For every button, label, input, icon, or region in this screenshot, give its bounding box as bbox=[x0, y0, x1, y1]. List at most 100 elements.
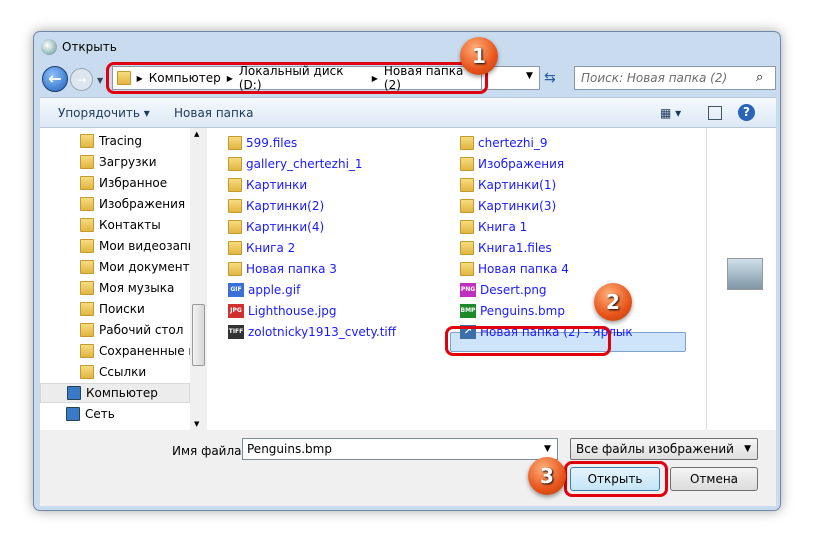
tree-item[interactable]: Сохраненные иг bbox=[80, 341, 203, 361]
tree-item-label: Изображения bbox=[99, 197, 186, 211]
folder-icon bbox=[80, 155, 94, 169]
folder-icon bbox=[228, 157, 242, 171]
tree-item-label: Сеть bbox=[85, 407, 115, 421]
file-item[interactable]: JPG Lighthouse.jpg bbox=[228, 301, 337, 321]
tree-item-label: Ссылки bbox=[99, 365, 147, 379]
file-item[interactable]: Новая папка 3 bbox=[228, 259, 337, 279]
file-item[interactable]: gallery_chertezhi_1 bbox=[228, 154, 363, 174]
file-item[interactable]: GIF apple.gif bbox=[228, 280, 300, 300]
tree-item-label: Мои документы bbox=[99, 260, 200, 274]
tree-item[interactable]: Сеть bbox=[66, 404, 115, 424]
tree-item[interactable]: Мои документы bbox=[80, 257, 199, 277]
file-name: Книга1.files bbox=[478, 241, 552, 255]
file-name: Книга 1 bbox=[478, 220, 528, 234]
navigation-pane: Tracing Загрузки Избранное Изображения Конта… bbox=[40, 128, 207, 430]
organize-button[interactable]: Упорядочить ▾ bbox=[58, 106, 150, 120]
folder-icon bbox=[228, 262, 242, 276]
tree-item[interactable]: Контакты bbox=[80, 215, 161, 235]
file-name: Новая папка 3 bbox=[246, 262, 337, 276]
tree-item-label: Сохраненные иг bbox=[99, 344, 203, 358]
filename-input[interactable]: Penguins.bmp bbox=[242, 438, 558, 460]
tree-item[interactable]: Рабочий стол bbox=[80, 320, 183, 340]
tree-item-label: Избранное bbox=[99, 176, 168, 190]
file-item[interactable]: Книга1.files bbox=[460, 238, 552, 258]
folder-icon bbox=[80, 323, 94, 337]
file-item[interactable]: TIFF zolotnicky1913_cvety.tiff bbox=[228, 322, 396, 342]
file-item[interactable]: Картинки bbox=[228, 175, 307, 195]
file-item[interactable]: Книга 2 bbox=[228, 238, 295, 258]
file-item[interactable]: Изображения bbox=[460, 154, 564, 174]
folder-icon bbox=[80, 239, 94, 253]
folder-icon bbox=[80, 344, 94, 358]
tree-item[interactable]: Мои видеозапис bbox=[80, 236, 202, 256]
tree-item-label: Мои видеозапис bbox=[99, 239, 203, 253]
file-item[interactable]: Картинки(2) bbox=[228, 196, 324, 216]
tree-item[interactable]: Загрузки bbox=[80, 152, 157, 172]
folder-icon bbox=[80, 260, 94, 274]
folder-icon bbox=[228, 136, 242, 150]
png-file-icon: PNG bbox=[460, 283, 476, 297]
filetype-select[interactable]: Все файлы изображений ▼ bbox=[570, 438, 758, 460]
tree-item[interactable]: Избранное bbox=[80, 173, 167, 193]
file-item[interactable]: Новая папка 4 bbox=[460, 259, 569, 279]
forward-button[interactable]: → bbox=[70, 68, 93, 91]
refresh-button[interactable]: ⇆ bbox=[544, 70, 556, 86]
filename-dropdown[interactable]: ▼ bbox=[544, 444, 551, 454]
file-item[interactable]: Картинки(4) bbox=[228, 217, 324, 237]
folder-icon bbox=[228, 178, 242, 192]
folder-icon bbox=[460, 262, 474, 276]
file-highlight bbox=[445, 326, 611, 356]
recent-pages-dropdown[interactable]: ▼ bbox=[97, 76, 103, 85]
file-item[interactable]: Картинки(3) bbox=[460, 196, 556, 216]
tiff-file-icon: TIFF bbox=[228, 325, 244, 339]
help-icon[interactable]: ? bbox=[738, 104, 755, 121]
tree-item-label: Компьютер bbox=[86, 386, 158, 400]
folder-icon bbox=[460, 178, 474, 192]
file-item[interactable]: PNG Desert.png bbox=[460, 280, 547, 300]
open-dialog: Открыть ← → ▼ ▶ Компьютер ▶ Локальный диск… bbox=[33, 31, 781, 511]
file-name: gallery_chertezhi_1 bbox=[246, 157, 363, 171]
folder-icon bbox=[228, 220, 242, 234]
cancel-button[interactable]: Отмена bbox=[670, 467, 758, 491]
tree-item[interactable]: Компьютер bbox=[40, 383, 190, 403]
search-icon[interactable]: ⌕ bbox=[756, 70, 763, 85]
folder-icon bbox=[80, 134, 94, 148]
tree-item[interactable]: Tracing bbox=[80, 131, 142, 151]
gif-file-icon: GIF bbox=[228, 283, 244, 297]
folder-icon bbox=[80, 302, 94, 316]
file-item[interactable]: Книга 1 bbox=[460, 217, 527, 237]
folder-icon bbox=[80, 218, 94, 232]
preview-pane-icon[interactable] bbox=[708, 106, 722, 120]
file-item[interactable]: 599.files bbox=[228, 133, 297, 153]
tree-item-label: Загрузки bbox=[99, 155, 157, 169]
folder-icon bbox=[80, 365, 94, 379]
file-name: Penguins.bmp bbox=[480, 304, 565, 318]
file-name: 599.files bbox=[246, 136, 298, 150]
step-badge-3: 3 bbox=[528, 457, 566, 495]
file-item[interactable]: Картинки(1) bbox=[460, 175, 556, 195]
folder-icon bbox=[80, 197, 94, 211]
bmp-file-icon: BMP bbox=[460, 304, 476, 318]
view-icon[interactable]: ▦ ▾ bbox=[660, 106, 681, 120]
file-item[interactable]: BMP Penguins.bmp bbox=[460, 301, 565, 321]
back-button[interactable]: ← bbox=[42, 66, 68, 92]
navigation-scrollbar[interactable]: ▲ ▼ bbox=[190, 128, 207, 430]
search-input[interactable]: Поиск: Новая папка (2) bbox=[574, 66, 776, 90]
tree-item[interactable]: Поиски bbox=[80, 299, 145, 319]
new-folder-button[interactable]: Новая папка bbox=[174, 106, 253, 120]
scrollbar-thumb[interactable] bbox=[192, 304, 205, 366]
computer-icon bbox=[67, 386, 81, 400]
file-item[interactable]: chertezhi_9 bbox=[460, 133, 547, 153]
folder-icon bbox=[460, 157, 474, 171]
folder-icon bbox=[228, 241, 242, 255]
file-name: Новая папка 4 bbox=[478, 262, 569, 276]
computer-icon bbox=[66, 407, 80, 421]
file-name: Картинки(1) bbox=[478, 178, 557, 192]
tree-item[interactable]: Моя музыка bbox=[80, 278, 174, 298]
tree-item-label: Рабочий стол bbox=[99, 323, 184, 337]
file-name: Изображения bbox=[478, 157, 565, 171]
step-badge-2: 2 bbox=[594, 283, 632, 321]
tree-item[interactable]: Изображения bbox=[80, 194, 185, 214]
file-name: zolotnicky1913_cvety.tiff bbox=[248, 325, 397, 339]
tree-item[interactable]: Ссылки bbox=[80, 362, 146, 382]
